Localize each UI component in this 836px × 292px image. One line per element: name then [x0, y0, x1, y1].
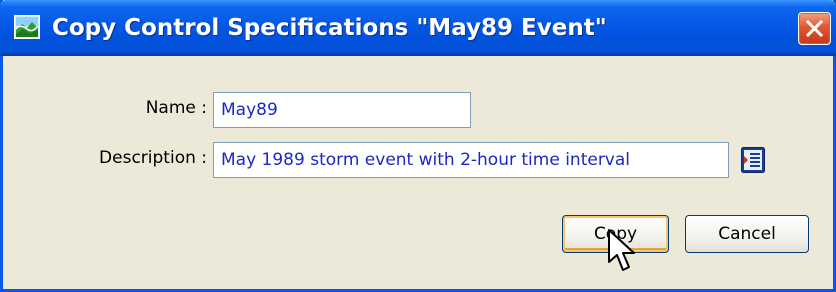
close-icon [806, 20, 823, 37]
cancel-button[interactable]: Cancel [685, 215, 809, 253]
dialog-title: Copy Control Specifications "May89 Event… [52, 15, 607, 41]
description-label: Description : [99, 148, 207, 168]
title-bar[interactable]: Copy Control Specifications "May89 Event… [0, 0, 836, 56]
name-field[interactable]: May89 [213, 92, 471, 128]
mouse-pointer-icon [608, 229, 635, 271]
name-label: Name : [145, 98, 207, 118]
copy-control-specifications-dialog: Copy Control Specifications "May89 Event… [0, 0, 836, 292]
landscape-icon [14, 15, 40, 39]
description-field[interactable]: May 1989 storm event with 2-hour time in… [213, 142, 729, 178]
edit-description-icon[interactable] [741, 147, 765, 173]
close-button[interactable] [798, 12, 831, 45]
